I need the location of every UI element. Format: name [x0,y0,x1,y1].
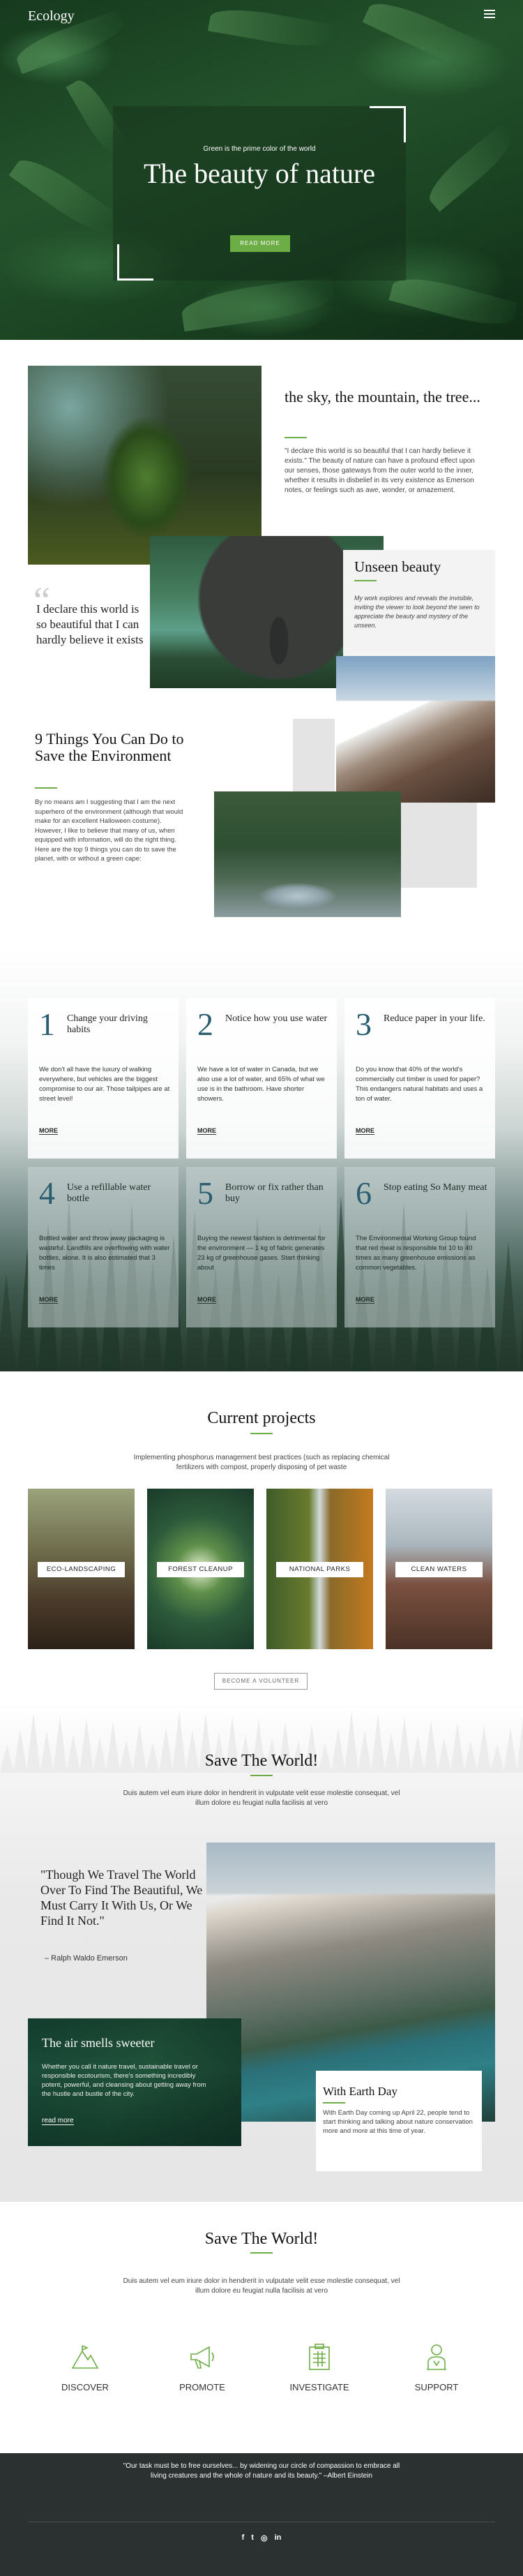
read-more-button[interactable]: READ MORE [230,235,290,252]
tip-title: Notice how you use water [225,1013,328,1024]
save-world-text: Duis autem vel eum iriure dolor in hendr… [123,1789,400,1807]
become-volunteer-button[interactable]: BECOME A VOLUNTEER [214,1673,308,1690]
tip-number: 4 [39,1175,55,1211]
more-link[interactable]: MORE [356,1127,374,1135]
moss-photo [28,366,262,565]
social-links: f t ◎ in [230,2533,293,2545]
feature-discover[interactable]: DISCOVER [29,2342,141,2392]
project-label: CLEAN WATERS [395,1562,483,1577]
tip-card: 2 Notice how you use water We have a lot… [186,998,337,1159]
more-link[interactable]: MORE [197,1296,216,1304]
linkedin-icon[interactable]: in [275,2533,282,2545]
accent-divider [323,2102,345,2104]
tip-card: 3 Reduce paper in your life. Do you know… [344,998,495,1159]
more-link[interactable]: MORE [39,1127,58,1135]
accent-divider [285,437,307,438]
feature-label: SUPPORT [414,2382,459,2392]
frame-corner-bottom-left [117,244,153,281]
site-logo[interactable]: Ecology [28,8,75,24]
more-link[interactable]: MORE [197,1127,216,1135]
megaphone-icon [190,2346,214,2369]
read-more-link[interactable]: read more [42,2117,74,2125]
unseen-text: My work explores and reveals the invisib… [354,595,480,629]
feature-promote[interactable]: PROMOTE [146,2342,258,2392]
earth-day-text: With Earth Day coming up April 22, peopl… [323,2109,473,2135]
tip-text: Bottled water and throw away packaging i… [39,1235,170,1272]
hamburger-menu-icon[interactable] [484,10,495,20]
hero-title: The beauty of nature [143,158,376,189]
tip-title: Borrow or fix rather than buy [225,1182,324,1204]
footer-quote: "Our task must be to free ourselves... b… [123,2462,400,2480]
tip-number: 1 [39,1006,55,1042]
facebook-icon[interactable]: f [242,2533,245,2545]
project-card[interactable]: FOREST CLEANUP [147,1489,254,1649]
tip-text: Buying the newest fashion is detrimental… [197,1235,326,1272]
accent-divider [250,1433,273,1434]
mountain-photo [336,656,495,803]
river-forest-photo [214,791,401,917]
tip-number: 2 [197,1006,213,1042]
save-world-text: Duis autem vel eum iriure dolor in hendr… [123,2277,400,2295]
accent-divider [354,580,377,581]
tip-card: 1 Change your driving habits We don't al… [28,998,179,1159]
tip-text: We don't all have the luxury of walking … [39,1066,170,1103]
projects-text: Implementing phosphorus management best … [133,1454,390,1471]
project-label: FOREST CLEANUP [157,1562,244,1577]
tip-text: Do you know that 40% of the world's comm… [356,1066,483,1103]
tip-card: 4 Use a refillable water bottle Bottled … [28,1167,179,1327]
save-world-title: Save The World! [204,1752,319,1770]
tip-number: 6 [356,1175,372,1211]
feature-investigate[interactable]: INVESTIGATE [264,2342,375,2392]
feature-label: INVESTIGATE [289,2382,349,2392]
quote-author: – Ralph Waldo Emerson [45,1954,128,1963]
air-text: Whether you call it nature travel, susta… [42,2063,206,2098]
air-title: The air smells sweeter [42,2036,155,2050]
things-title: 9 Things You Can Do to Save the Environm… [35,730,184,764]
projects-title: Current projects [207,1409,316,1427]
more-link[interactable]: MORE [39,1296,58,1304]
earth-day-title: With Earth Day [323,2085,397,2098]
tip-title: Use a refillable water bottle [67,1182,151,1204]
project-card[interactable]: ECO-LANDSCAPING [28,1489,135,1649]
clipboard-icon [309,2344,330,2370]
accent-divider [250,2252,273,2254]
tip-number: 5 [197,1175,213,1211]
accent-divider [250,1775,273,1776]
project-card[interactable]: NATIONAL PARKS [266,1489,373,1649]
project-card[interactable]: CLEAN WATERS [386,1489,492,1649]
tip-number: 3 [356,1006,372,1042]
intro-quote: I declare this world is so beautiful tha… [36,602,144,646]
project-label: NATIONAL PARKS [276,1562,363,1577]
hero-overlay [113,106,406,281]
tip-text: We have a lot of water in Canada, but we… [197,1066,325,1103]
more-link[interactable]: MORE [356,1296,374,1304]
tip-card: 5 Borrow or fix rather than buy Buying t… [186,1167,337,1327]
instagram-icon[interactable]: ◎ [261,2533,268,2545]
tip-text: The Environmental Working Group found th… [356,1235,476,1272]
project-label: ECO-LANDSCAPING [38,1562,125,1577]
unseen-title: Unseen beauty [354,558,441,575]
tip-card: 6 Stop eating So Many meat The Environme… [344,1167,495,1327]
intro-text: "I declare this world is so beautiful th… [285,447,475,494]
save-world-title: Save The World! [204,2230,319,2248]
frame-corner-top-right [370,106,406,142]
tip-title: Change your driving habits [67,1013,148,1035]
feature-support[interactable]: SUPPORT [381,2342,492,2392]
mountain-icon [71,2345,99,2369]
things-text: By no means am I suggesting that I am th… [35,798,183,863]
twitter-icon[interactable]: t [251,2533,254,2545]
accent-divider [35,787,57,789]
tip-title: Reduce paper in your life. [384,1013,485,1024]
feature-label: PROMOTE [179,2382,225,2392]
feature-label: DISCOVER [61,2382,109,2392]
hero-kicker: Green is the prime color of the world [203,145,316,153]
tip-title: Stop eating So Many meat [384,1182,487,1193]
emerson-quote: "Though We Travel The World Over To Find… [40,1868,203,1928]
person-icon [427,2344,446,2370]
intro-title: the sky, the mountain, the tree... [285,388,480,405]
